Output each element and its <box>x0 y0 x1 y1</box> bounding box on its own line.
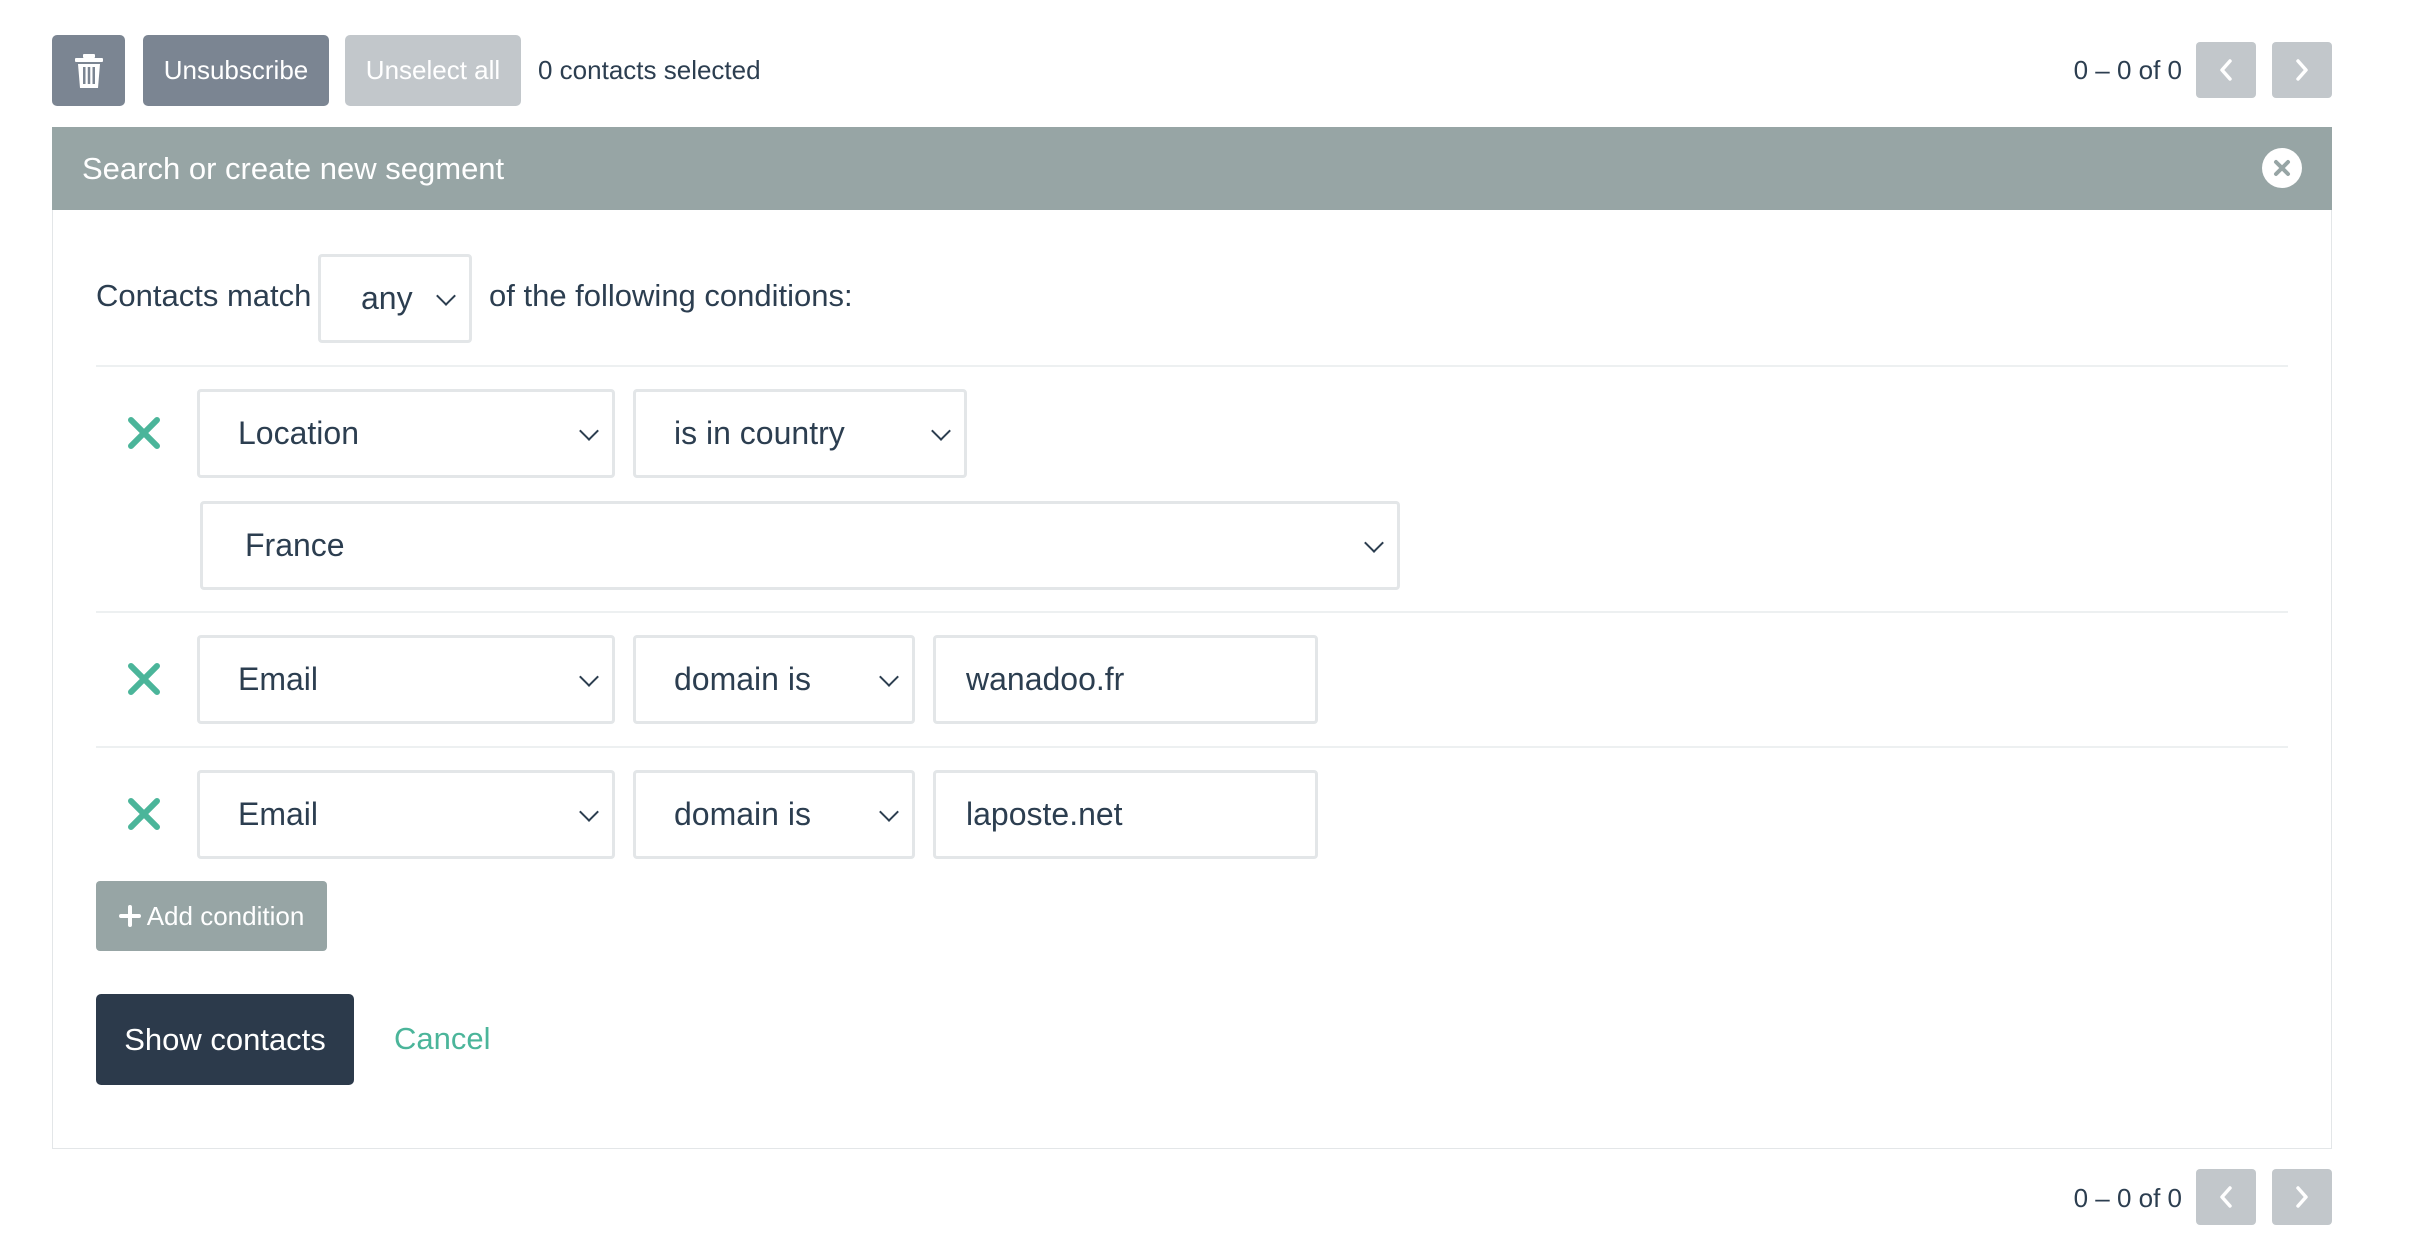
cancel-link[interactable]: Cancel <box>394 1019 491 1059</box>
show-contacts-button[interactable]: Show contacts <box>96 994 354 1085</box>
pagination-range-bottom: 0 – 0 of 0 <box>2073 1183 2182 1213</box>
match-mode-select[interactable]: any <box>318 254 472 343</box>
prev-page-button-bottom[interactable] <box>2196 1169 2256 1225</box>
match-suffix-label: of the following conditions: <box>489 278 853 313</box>
divider <box>96 365 2288 367</box>
remove-condition-icon[interactable] <box>124 659 164 699</box>
domain-input-value: wanadoo.fr <box>966 661 1125 697</box>
chevron-down-icon <box>579 666 599 687</box>
prev-page-button-top[interactable] <box>2196 42 2256 98</box>
domain-input-value: laposte.net <box>966 796 1123 832</box>
chevron-left-icon <box>2220 59 2232 81</box>
condition-field-value: Email <box>238 661 319 697</box>
chevron-down-icon <box>879 801 899 822</box>
close-icon[interactable] <box>2262 148 2302 188</box>
chevron-down-icon <box>579 801 599 822</box>
condition-operator-select[interactable]: domain is <box>633 635 915 724</box>
condition-operator-value: domain is <box>674 661 811 697</box>
pagination-range-top: 0 – 0 of 0 <box>2073 55 2182 85</box>
condition-field-value: Location <box>238 415 359 451</box>
condition-field-select[interactable]: Location <box>197 389 615 478</box>
chevron-left-icon <box>2220 1186 2232 1208</box>
next-page-button-bottom[interactable] <box>2272 1169 2332 1225</box>
domain-input[interactable]: laposte.net <box>933 770 1318 859</box>
chevron-down-icon <box>879 666 899 687</box>
segment-search-title[interactable]: Search or create new segment <box>82 150 504 188</box>
condition-operator-value: is in country <box>674 415 845 451</box>
country-select[interactable]: France <box>200 501 1400 590</box>
match-mode-value: any <box>361 280 413 316</box>
plus-icon <box>118 905 141 927</box>
remove-condition-icon[interactable] <box>124 794 164 834</box>
divider <box>96 746 2288 748</box>
chevron-right-icon <box>2296 1186 2308 1208</box>
match-prefix-label: Contacts match <box>96 278 312 313</box>
chevron-down-icon <box>931 420 951 441</box>
condition-field-select[interactable]: Email <box>197 770 615 859</box>
unselect-all-button[interactable]: Unselect all <box>345 35 521 106</box>
condition-operator-select[interactable]: is in country <box>633 389 967 478</box>
delete-button[interactable] <box>52 35 125 106</box>
remove-condition-icon[interactable] <box>124 413 164 453</box>
selected-count-text: 0 contacts selected <box>538 55 761 85</box>
next-page-button-top[interactable] <box>2272 42 2332 98</box>
add-condition-label: Add condition <box>146 900 305 931</box>
condition-operator-select[interactable]: domain is <box>633 770 915 859</box>
chevron-down-icon <box>436 285 456 306</box>
unsubscribe-button[interactable]: Unsubscribe <box>143 35 329 106</box>
divider <box>96 611 2288 613</box>
condition-operator-value: domain is <box>674 796 811 832</box>
chevron-right-icon <box>2296 59 2308 81</box>
domain-input[interactable]: wanadoo.fr <box>933 635 1318 724</box>
add-condition-button[interactable]: Add condition <box>96 881 327 951</box>
country-value: France <box>245 527 345 563</box>
trash-icon <box>74 53 103 88</box>
chevron-down-icon <box>579 420 599 441</box>
condition-field-value: Email <box>238 796 319 832</box>
chevron-down-icon <box>1364 532 1384 553</box>
condition-field-select[interactable]: Email <box>197 635 615 724</box>
